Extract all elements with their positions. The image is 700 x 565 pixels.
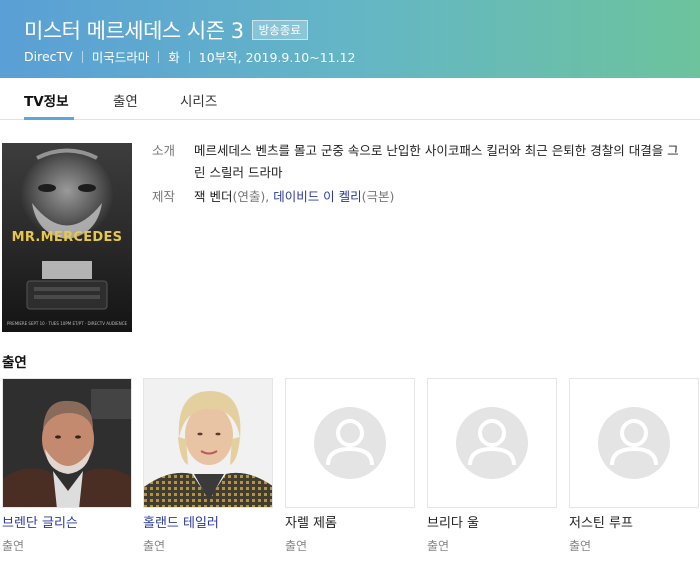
cast-section-title: 출연 — [2, 355, 27, 371]
cast-card[interactable]: 브렌단 글리슨 출연 — [2, 378, 132, 554]
cast-name[interactable]: 홀랜드 테일러 — [143, 515, 273, 533]
cast-photo-placeholder[interactable] — [285, 378, 415, 508]
program-header: 미스터 메르세데스 시즌 3 방송종료 DirecTV 미국드라마 화 10부작… — [0, 0, 700, 78]
cast-role: 출연 — [143, 539, 166, 553]
intro-text: 메르세데스 벤츠를 몰고 군중 속으로 난입한 사이코패스 킬러와 최근 은퇴한… — [194, 143, 679, 180]
production-text: 잭 벤더(연출), 데이비드 이 켈리(극본) — [194, 186, 682, 208]
cast-card[interactable]: 브리다 울 출연 — [427, 378, 557, 554]
meta-channel[interactable]: DirecTV — [24, 49, 73, 64]
cast-role: 출연 — [569, 539, 592, 553]
meta-genre: 미국드라마 — [91, 50, 150, 65]
person-placeholder-icon — [314, 407, 386, 479]
cast-card[interactable]: 자렐 제롬 출연 — [285, 378, 415, 554]
program-title[interactable]: 미스터 메르세데스 시즌 3 — [24, 15, 244, 45]
title-row: 미스터 메르세데스 시즌 3 방송종료 — [24, 15, 308, 45]
status-badge: 방송종료 — [251, 20, 308, 40]
cast-photo[interactable] — [2, 378, 132, 508]
cast-role: 출연 — [285, 539, 308, 553]
cast-name[interactable]: 브렌단 글리슨 — [2, 515, 132, 533]
intro-row: 소개 메르세데스 벤츠를 몰고 군중 속으로 난입한 사이코패스 킬러와 최근 … — [152, 140, 682, 184]
program-info: 소개 메르세데스 벤츠를 몰고 군중 속으로 난입한 사이코패스 킬러와 최근 … — [152, 140, 682, 208]
tab-tv-info[interactable]: TV정보 — [24, 90, 69, 110]
person-placeholder-icon — [456, 407, 528, 479]
meta-episodes-dates: 10부작, 2019.9.10~11.12 — [198, 50, 356, 65]
cast-name[interactable]: 자렐 제롬 — [285, 515, 415, 533]
cast-photo-placeholder[interactable] — [427, 378, 557, 508]
cast-card[interactable]: 저스틴 루프 출연 — [569, 378, 699, 554]
cast-photo[interactable] — [143, 378, 273, 508]
actor-photo-brendan — [3, 379, 131, 507]
cast-photo-placeholder[interactable] — [569, 378, 699, 508]
director-name: 잭 벤더 — [194, 189, 233, 204]
active-tab-indicator — [24, 117, 74, 120]
meta-divider — [158, 50, 160, 63]
cast-role: 출연 — [427, 539, 450, 553]
meta-divider — [81, 50, 83, 63]
production-label: 제작 — [152, 189, 176, 204]
writer-role: (극본) — [361, 189, 395, 204]
poster-image[interactable]: MR.MERCEDES PREMIERE SEPT 10 · TUES 10PM… — [2, 143, 132, 332]
poster-credit: PREMIERE SEPT 10 · TUES 10PM ET/PT · DIR… — [6, 321, 128, 326]
director-role: (연출), — [232, 189, 270, 204]
meta-divider — [188, 50, 190, 63]
tab-cast[interactable]: 출연 — [113, 90, 138, 110]
program-meta: DirecTV 미국드라마 화 10부작, 2019.9.10~11.12 — [24, 47, 355, 66]
tab-bar: TV정보 출연 시리즈 — [0, 78, 700, 120]
cast-card[interactable]: 홀랜드 테일러 출연 — [143, 378, 273, 554]
intro-label: 소개 — [152, 143, 176, 158]
production-row: 제작 잭 벤더(연출), 데이비드 이 켈리(극본) — [152, 186, 682, 208]
meta-airday: 화 — [168, 50, 180, 65]
cast-name[interactable]: 브리다 울 — [427, 515, 557, 533]
tab-series[interactable]: 시리즈 — [180, 90, 217, 110]
cast-name[interactable]: 저스틴 루프 — [569, 515, 699, 533]
poster-title: MR.MERCEDES — [11, 230, 123, 245]
person-placeholder-icon — [598, 407, 670, 479]
actor-photo-holland — [144, 379, 272, 507]
cast-role: 출연 — [2, 539, 25, 553]
writer-name-link[interactable]: 데이비드 이 켈리 — [273, 189, 361, 204]
